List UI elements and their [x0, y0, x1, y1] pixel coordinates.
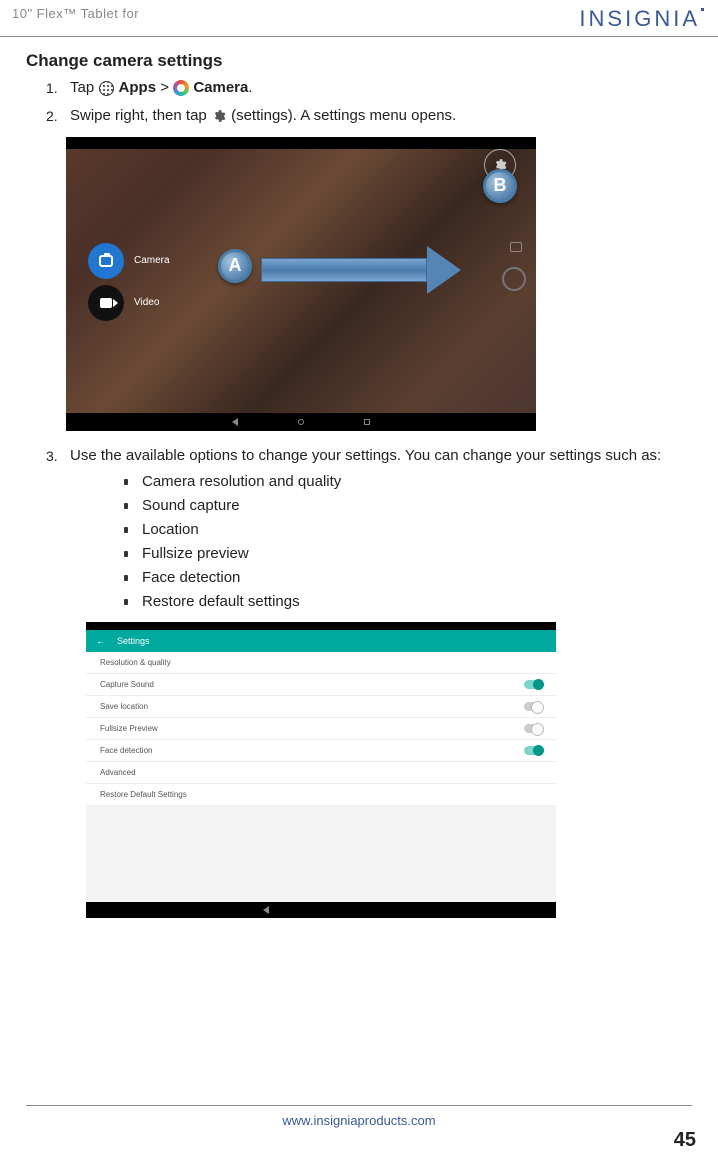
android-navbar — [66, 413, 536, 431]
android-statusbar — [86, 622, 556, 630]
callout-b: B — [483, 169, 517, 203]
toggle-icon — [524, 724, 542, 733]
setting-row-save-location: Save location — [86, 696, 556, 718]
video-mode-row: Video — [88, 285, 170, 321]
option-item: Location — [124, 518, 692, 542]
setting-row-fullsize: Fullsize Preview — [86, 718, 556, 740]
footer-url: www.insigniaproducts.com — [0, 1113, 718, 1128]
setting-label: Face detection — [100, 746, 152, 755]
callout-a: A — [218, 249, 252, 283]
apps-icon — [98, 80, 114, 96]
header-product-name: 10" Flex™ Tablet for — [12, 6, 139, 21]
back-icon — [263, 906, 269, 914]
android-navbar — [86, 902, 556, 918]
home-icon — [298, 419, 304, 425]
shutter-icon — [502, 267, 526, 291]
back-arrow-icon: ← — [96, 636, 105, 646]
steps-list: 1. Tap Apps > Camera. 2. Swipe right, th… — [26, 77, 692, 127]
step-3: 3. Use the available options to change y… — [48, 445, 692, 615]
toggle-icon — [524, 746, 542, 755]
setting-label: Advanced — [100, 768, 136, 777]
camera-mode-label: Camera — [134, 255, 170, 266]
option-item: Fullsize preview — [124, 542, 692, 566]
section-heading: Change camera settings — [26, 51, 692, 71]
photo-mode-icon — [88, 243, 124, 279]
period: . — [248, 79, 252, 96]
camera-mode-menu: Camera Video — [88, 243, 170, 327]
step-text: (settings). A settings menu opens. — [231, 107, 456, 124]
brand-logo: INSIGNIA — [579, 6, 700, 32]
settings-appbar: ← Settings — [86, 630, 556, 652]
page-number: 45 — [674, 1129, 696, 1152]
swipe-arrow — [261, 252, 461, 288]
video-mode-label: Video — [134, 297, 159, 308]
step-1: 1. Tap Apps > Camera. — [48, 77, 692, 99]
step-number: 1. — [46, 78, 58, 98]
camera-label: Camera — [193, 79, 248, 96]
setting-label: Capture Sound — [100, 680, 154, 689]
page-header: 10" Flex™ Tablet for INSIGNIA — [0, 0, 718, 37]
option-item: Restore default settings — [124, 590, 692, 614]
setting-label: Fullsize Preview — [100, 724, 158, 733]
setting-row-advanced: Advanced — [86, 762, 556, 784]
setting-row-restore: Restore Default Settings — [86, 784, 556, 806]
setting-row-resolution: Resolution & quality — [86, 652, 556, 674]
camera-screenshot: Camera Video A B — [66, 137, 536, 431]
back-icon — [232, 418, 238, 426]
android-statusbar — [66, 137, 536, 149]
options-list: Camera resolution and quality Sound capt… — [70, 470, 692, 614]
steps-list-2: 3. Use the available options to change y… — [26, 445, 692, 615]
settings-screenshot: ← Settings Resolution & quality Capture … — [86, 622, 556, 918]
step-text: Use the available options to change your… — [70, 447, 661, 464]
step-text: Swipe right, then tap — [70, 107, 211, 124]
step-2: 2. Swipe right, then tap (settings). A s… — [48, 105, 692, 127]
camera-flip-icon — [510, 242, 522, 252]
step-text: Tap — [70, 79, 98, 96]
setting-label: Save location — [100, 702, 148, 711]
setting-label: Resolution & quality — [100, 658, 171, 667]
separator: > — [160, 79, 173, 96]
video-mode-icon — [88, 285, 124, 321]
settings-title: Settings — [117, 636, 150, 646]
setting-label: Restore Default Settings — [100, 790, 187, 799]
footer-divider — [26, 1105, 692, 1106]
camera-mode-row: Camera — [88, 243, 170, 279]
option-item: Camera resolution and quality — [124, 470, 692, 494]
step-number: 2. — [46, 106, 58, 126]
setting-row-capture-sound: Capture Sound — [86, 674, 556, 696]
recents-icon — [364, 419, 370, 425]
page-content: Change camera settings 1. Tap Apps > Cam… — [0, 37, 718, 918]
apps-label: Apps — [119, 79, 157, 96]
gear-icon — [211, 108, 227, 124]
step-number: 3. — [46, 446, 58, 466]
camera-app-icon — [173, 80, 189, 96]
toggle-icon — [524, 680, 542, 689]
toggle-icon — [524, 702, 542, 711]
option-item: Face detection — [124, 566, 692, 590]
option-item: Sound capture — [124, 494, 692, 518]
setting-row-face-detection: Face detection — [86, 740, 556, 762]
